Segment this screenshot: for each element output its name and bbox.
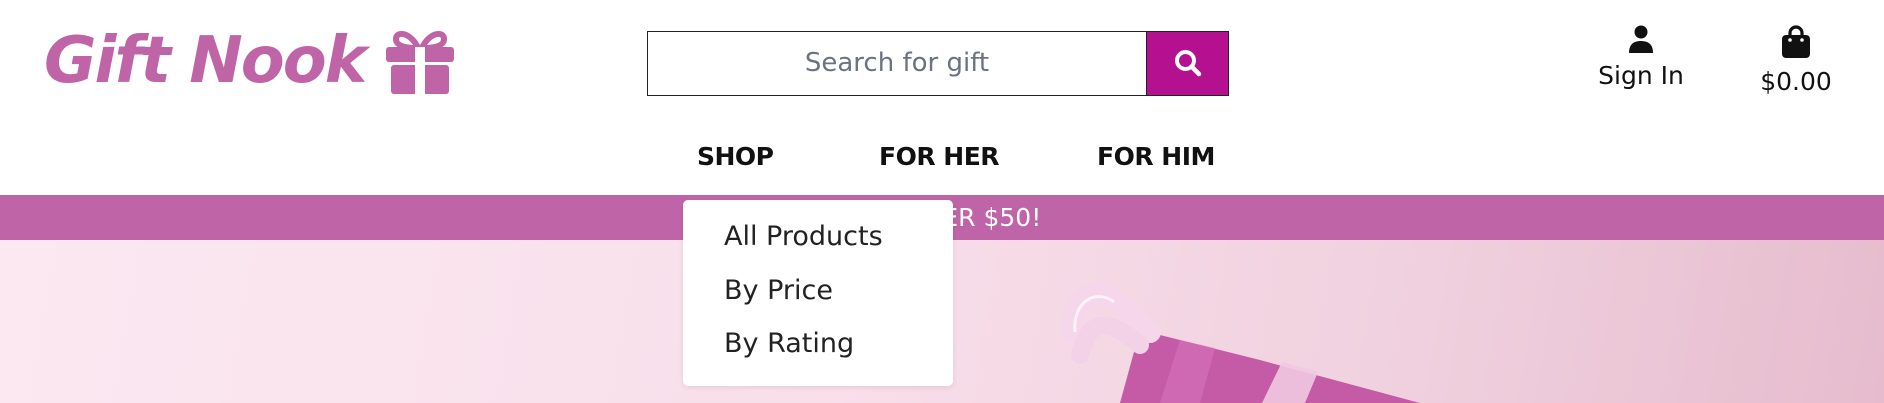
search-bar — [647, 30, 1229, 96]
nav-for-her[interactable]: FOR HER — [879, 142, 1000, 171]
site-header: Gift Nook Sign In — [0, 0, 1884, 195]
search-button[interactable] — [1146, 30, 1229, 96]
cart-link[interactable]: $0.00 — [1754, 25, 1838, 96]
sign-in-label: Sign In — [1598, 61, 1684, 90]
cart-total: $0.00 — [1760, 67, 1832, 96]
shop-dropdown-menu: All Products By Price By Rating — [683, 200, 953, 386]
shopping-bag-icon — [1782, 25, 1810, 58]
sign-in-link[interactable]: Sign In — [1594, 25, 1688, 90]
dropdown-item-all-products[interactable]: All Products — [724, 221, 883, 252]
dropdown-item-by-rating[interactable]: By Rating — [724, 328, 854, 359]
nav-shop[interactable]: SHOP — [697, 142, 774, 171]
user-icon — [1629, 25, 1653, 53]
search-input[interactable] — [648, 32, 1146, 94]
gift-icon — [386, 30, 455, 94]
site-logo[interactable]: Gift Nook — [44, 24, 455, 98]
nav-for-him[interactable]: FOR HIM — [1097, 142, 1215, 171]
search-icon — [1174, 50, 1201, 77]
logo-text: Gift Nook — [44, 24, 367, 98]
dropdown-item-by-price[interactable]: By Price — [724, 275, 833, 306]
